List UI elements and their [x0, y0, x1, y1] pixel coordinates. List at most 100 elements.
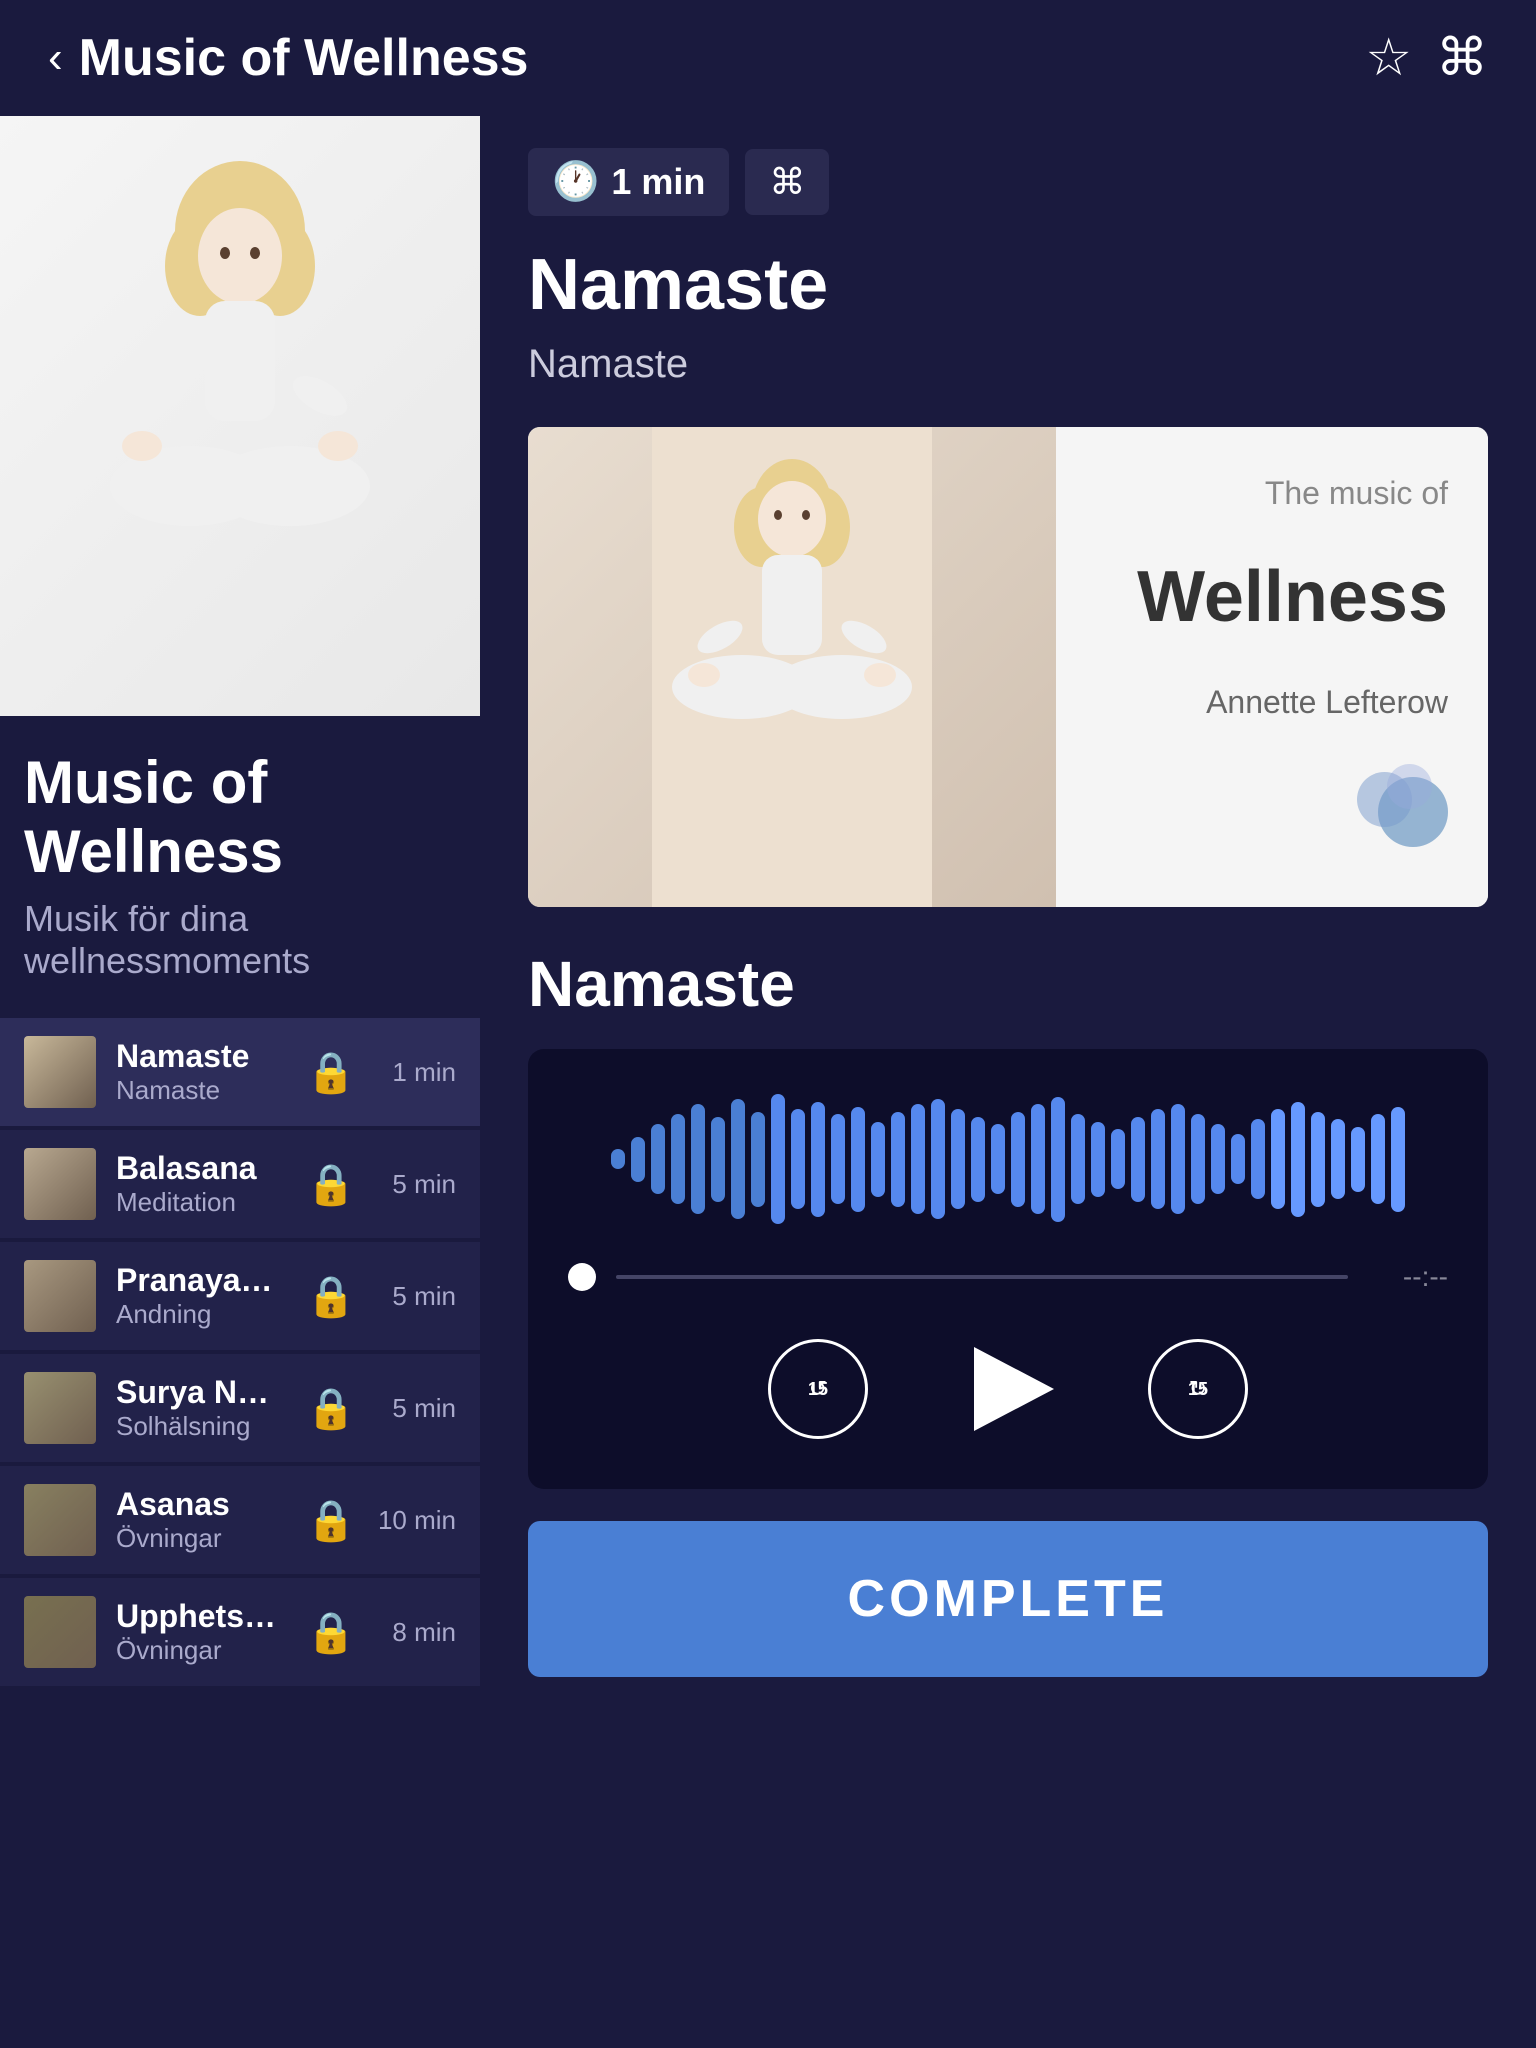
hero-image: [0, 116, 480, 716]
waveform-bar: [1051, 1097, 1065, 1222]
track-description: Namaste: [116, 1075, 286, 1106]
share-icon[interactable]: ⌘: [1436, 28, 1488, 88]
waveform-bar: [1131, 1117, 1145, 1202]
lock-icon: 🔒: [306, 1049, 356, 1096]
album-art-artist: Annette Lefterow: [1206, 684, 1448, 721]
album-subtitle: Musik för dina wellnessmoments: [24, 898, 456, 982]
lock-icon: 🔒: [306, 1161, 356, 1208]
progress-time: --:--: [1368, 1261, 1448, 1293]
track-name: Asanas: [116, 1486, 286, 1523]
track-item[interactable]: Asanas Övningar 🔒 10 min: [0, 1466, 480, 1574]
waveform: [568, 1089, 1448, 1229]
album-art: The music of Wellness Annette Lefterow: [528, 427, 1488, 907]
track-description: Andning: [116, 1299, 286, 1330]
track-subtitle-large: Namaste: [528, 342, 1488, 387]
lock-icon: 🔒: [306, 1385, 356, 1432]
back-button[interactable]: ‹: [48, 33, 63, 83]
waveform-bar: [1151, 1109, 1165, 1209]
left-panel: Music of Wellness Musik för dina wellnes…: [0, 116, 480, 2044]
waveform-bar: [671, 1114, 685, 1204]
link-badge[interactable]: ⌘: [745, 149, 829, 215]
content-wrapper: Music of Wellness Musik för dina wellnes…: [0, 116, 1536, 2044]
waveform-bar: [971, 1117, 985, 1202]
track-info: Namaste Namaste: [116, 1038, 286, 1106]
waveform-bar: [731, 1099, 745, 1219]
album-info: Music of Wellness Musik för dina wellnes…: [0, 716, 480, 998]
progress-bar[interactable]: [616, 1275, 1348, 1279]
waveform-bar: [1091, 1122, 1105, 1197]
play-button[interactable]: [948, 1329, 1068, 1449]
lock-icon: 🔒: [306, 1497, 356, 1544]
right-panel: 🕐 1 min ⌘ Namaste Namaste: [480, 116, 1536, 2044]
hero-image-inner: [0, 116, 480, 716]
track-name: Surya Namaste: [116, 1374, 286, 1411]
waveform-bar: [1011, 1112, 1025, 1207]
waveform-bar: [1351, 1127, 1365, 1192]
track-list: Namaste Namaste 🔒 1 min Balasana Meditat…: [0, 998, 480, 1706]
waveform-bar: [611, 1149, 625, 1169]
track-item[interactable]: Upphetsning Övningar 🔒 8 min: [0, 1578, 480, 1686]
track-item[interactable]: Balasana Meditation 🔒 5 min: [0, 1130, 480, 1238]
waveform-bar: [751, 1112, 765, 1207]
album-art-left-image: [528, 427, 1056, 907]
waveform-bar: [991, 1124, 1005, 1194]
album-art-bubbles: [1348, 767, 1448, 847]
time-badge: 🕐 1 min: [528, 148, 729, 216]
complete-button[interactable]: COMPLETE: [528, 1521, 1488, 1677]
album-title: Music of Wellness: [24, 748, 456, 886]
track-thumbnail: [24, 1596, 96, 1668]
waveform-bar: [811, 1102, 825, 1217]
waveform-bar: [1031, 1104, 1045, 1214]
track-name: Balasana: [116, 1150, 286, 1187]
waveform-bar: [1251, 1119, 1265, 1199]
page-title: Music of Wellness: [79, 28, 529, 88]
track-description: Övningar: [116, 1635, 286, 1666]
waveform-bar: [711, 1117, 725, 1202]
header-left: ‹ Music of Wellness: [48, 28, 528, 88]
track-description: Solhälsning: [116, 1411, 286, 1442]
favorite-icon[interactable]: ☆: [1365, 28, 1412, 88]
waveform-bar: [1371, 1114, 1385, 1204]
waveform-bar: [1331, 1119, 1345, 1199]
track-item[interactable]: Namaste Namaste 🔒 1 min: [0, 1018, 480, 1126]
progress-handle[interactable]: [568, 1263, 596, 1291]
waveform-bar: [891, 1112, 905, 1207]
track-thumbnail: [24, 1260, 96, 1332]
waveform-bar: [1291, 1102, 1305, 1217]
rewind-button[interactable]: ↺ 15: [768, 1339, 868, 1439]
player-controls: ↺ 15 ↻ 15: [568, 1329, 1448, 1449]
waveform-bar: [1231, 1134, 1245, 1184]
yoga-figure-svg: [80, 146, 400, 686]
track-description: Övningar: [116, 1523, 286, 1554]
track-thumbnail: [24, 1372, 96, 1444]
waveform-bar: [831, 1114, 845, 1204]
album-art-text-top: The music of: [1265, 475, 1448, 512]
header-actions: ☆ ⌘: [1365, 28, 1488, 88]
waveform-bar: [1311, 1112, 1325, 1207]
album-art-right-text: The music of Wellness Annette Lefterow: [1056, 427, 1488, 907]
track-thumbnail: [24, 1484, 96, 1556]
track-duration: 8 min: [376, 1617, 456, 1648]
track-duration: 10 min: [376, 1505, 456, 1536]
play-triangle-icon: [974, 1347, 1054, 1431]
waveform-bar: [1391, 1107, 1405, 1212]
track-name: Upphetsning: [116, 1598, 286, 1635]
track-name: Pranayama: [116, 1262, 286, 1299]
lock-icon: 🔒: [306, 1609, 356, 1656]
progress-row[interactable]: --:--: [568, 1261, 1448, 1293]
track-description: Meditation: [116, 1187, 286, 1218]
track-info: Pranayama Andning: [116, 1262, 286, 1330]
waveform-bar: [1211, 1124, 1225, 1194]
track-info: Asanas Övningar: [116, 1486, 286, 1554]
track-info: Upphetsning Övningar: [116, 1598, 286, 1666]
waveform-bar: [791, 1109, 805, 1209]
track-item[interactable]: Surya Namaste Solhälsning 🔒 5 min: [0, 1354, 480, 1462]
forward-button[interactable]: ↻ 15: [1148, 1339, 1248, 1439]
waveform-bar: [1191, 1114, 1205, 1204]
waveform-bar: [631, 1137, 645, 1182]
track-item[interactable]: Pranayama Andning 🔒 5 min: [0, 1242, 480, 1350]
waveform-bar: [691, 1104, 705, 1214]
waveform-bar: [911, 1104, 925, 1214]
waveform-bar: [1071, 1114, 1085, 1204]
waveform-bar: [771, 1094, 785, 1224]
